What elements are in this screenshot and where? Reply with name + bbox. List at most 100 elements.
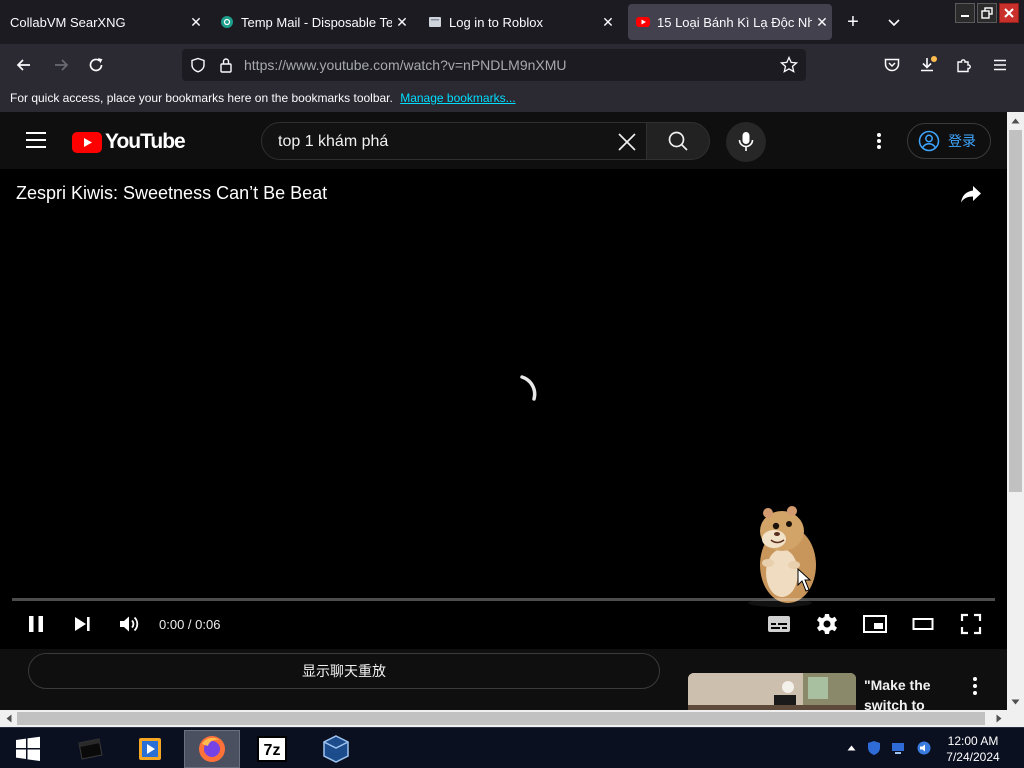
list-all-tabs-button[interactable] [885, 12, 903, 32]
search-input[interactable]: top 1 khám phá [261, 122, 647, 160]
back-button[interactable] [12, 53, 36, 77]
browser-navigation-toolbar: https://www.youtube.com/watch?v=nPNDLM9n… [0, 44, 1024, 86]
menu-line [26, 139, 46, 141]
tempmail-icon [220, 15, 234, 29]
speaker-icon [917, 741, 931, 755]
close-icon [1004, 8, 1014, 18]
show-hidden-icons-button[interactable] [843, 740, 859, 756]
system-clock[interactable]: 12:00 AM 7/24/2024 [934, 733, 1012, 765]
taskbar-7zip[interactable]: 7z [244, 730, 300, 768]
bookmark-star-icon[interactable] [780, 56, 798, 74]
scroll-up-arrow[interactable] [1007, 112, 1024, 129]
restore-button[interactable] [977, 3, 997, 23]
miniplayer-button[interactable] [862, 612, 888, 636]
sign-in-button[interactable]: 登录 [907, 123, 991, 159]
guide-menu-button[interactable] [26, 132, 46, 148]
show-chat-replay-button[interactable]: 显示聊天重放 [28, 653, 660, 689]
taskbar-virtualbox[interactable] [308, 730, 364, 768]
caret-up-icon [847, 745, 855, 751]
lock-icon[interactable] [219, 57, 233, 73]
youtube-logo[interactable]: YouTube [72, 130, 186, 154]
tab-title: Temp Mail - Disposable Temp [241, 14, 392, 30]
tab-close-icon[interactable]: ✕ [812, 14, 832, 31]
horizontal-scroll-thumb[interactable] [17, 712, 985, 725]
start-button[interactable] [0, 730, 56, 768]
scroll-right-arrow[interactable] [990, 710, 1007, 727]
tab-close-icon[interactable]: ✕ [186, 14, 206, 31]
minimize-button[interactable] [955, 3, 975, 23]
tray-volume[interactable] [916, 740, 932, 756]
recommended-video-item[interactable]: "Make the switch to Fios... [688, 673, 988, 710]
clock-date: 7/24/2024 [946, 750, 1000, 764]
more-dot [877, 145, 881, 149]
video-progress-bar[interactable] [12, 598, 995, 601]
search-button[interactable] [646, 122, 710, 160]
downloads-button[interactable] [916, 53, 940, 77]
recommended-video-title[interactable]: "Make the switch to Fios... [864, 675, 964, 710]
reload-button[interactable] [84, 53, 108, 77]
svg-text:7z: 7z [264, 742, 281, 759]
subtitles-button[interactable] [766, 612, 792, 636]
video-title[interactable]: Zespri Kiwis: Sweetness Can’t Be Beat [16, 183, 327, 204]
close-window-button[interactable] [999, 3, 1019, 23]
vertical-scroll-thumb[interactable] [1009, 130, 1022, 492]
taskbar-terminal[interactable] [62, 730, 118, 768]
mute-button[interactable] [117, 612, 141, 636]
recommended-video-thumbnail[interactable] [688, 673, 856, 710]
horizontal-scrollbar[interactable] [0, 710, 1024, 727]
youtube-logo-text: YouTube [105, 130, 186, 153]
manage-bookmarks-link[interactable]: Manage bookmarks... [400, 91, 515, 105]
search-query-text: top 1 khám phá [278, 133, 389, 150]
reload-icon [89, 58, 103, 72]
app-menu-button[interactable] [988, 53, 1012, 77]
new-tab-button[interactable]: + [843, 12, 863, 32]
gear-icon [817, 614, 837, 634]
menu-line [26, 132, 46, 134]
tab-close-icon[interactable]: ✕ [598, 14, 618, 31]
tray-security[interactable] [866, 740, 882, 756]
fullscreen-button[interactable] [958, 612, 984, 636]
forward-button[interactable] [49, 53, 73, 77]
shield-icon[interactable] [190, 57, 206, 73]
voice-search-button[interactable] [726, 122, 766, 162]
clear-search-icon[interactable] [617, 132, 637, 152]
video-player[interactable]: Zespri Kiwis: Sweetness Can’t Be Beat 0:… [0, 169, 1007, 649]
tab-close-icon[interactable]: ✕ [392, 14, 412, 31]
theater-mode-button[interactable] [910, 612, 936, 636]
network-icon [892, 743, 904, 754]
vertical-scrollbar[interactable] [1007, 112, 1024, 710]
caret-right-icon [996, 714, 1001, 723]
pocket-button[interactable] [880, 53, 904, 77]
hamburger-menu-icon [994, 59, 1006, 71]
more-dot [973, 684, 977, 688]
url-text: https://www.youtube.com/watch?v=nPNDLM9n… [244, 57, 567, 73]
settings-more-button[interactable] [868, 129, 890, 153]
hamster-sticker-image [748, 506, 816, 607]
tab-youtube-active[interactable]: 15 Loại Bánh Kì Lạ Độc Nhất ✕ [628, 4, 832, 40]
search-icon [668, 131, 688, 151]
pocket-icon [884, 58, 900, 72]
pause-button[interactable] [24, 612, 48, 636]
url-bar[interactable]: https://www.youtube.com/watch?v=nPNDLM9n… [182, 49, 806, 81]
youtube-page: YouTube top 1 khám phá 登录 Zespri Kiwis: … [0, 112, 1007, 710]
volume-icon [120, 616, 139, 632]
scroll-left-arrow[interactable] [0, 710, 17, 727]
puzzle-icon [957, 59, 971, 73]
settings-button[interactable] [814, 612, 840, 636]
tray-network[interactable] [890, 740, 906, 756]
recommended-video-menu-button[interactable] [971, 677, 979, 695]
tab-roblox-login[interactable]: Log in to Roblox ✕ [428, 4, 618, 40]
tab-temp-mail[interactable]: Temp Mail - Disposable Temp ✕ [220, 4, 412, 40]
microphone-icon [738, 132, 754, 151]
tab-collabvm-searxng[interactable]: CollabVM SearXNG ✕ [10, 4, 206, 40]
scroll-down-arrow[interactable] [1007, 693, 1024, 710]
bookmarks-toolbar: For quick access, place your bookmarks h… [0, 86, 1024, 112]
next-video-button[interactable] [70, 612, 94, 636]
extensions-button[interactable] [952, 53, 976, 77]
caret-up-icon [1011, 118, 1020, 123]
chat-replay-label: 显示聊天重放 [302, 663, 386, 679]
share-icon[interactable] [958, 181, 984, 207]
taskbar-firefox[interactable] [184, 730, 240, 768]
taskbar-media-player[interactable] [122, 730, 178, 768]
caret-down-icon [1011, 699, 1020, 704]
